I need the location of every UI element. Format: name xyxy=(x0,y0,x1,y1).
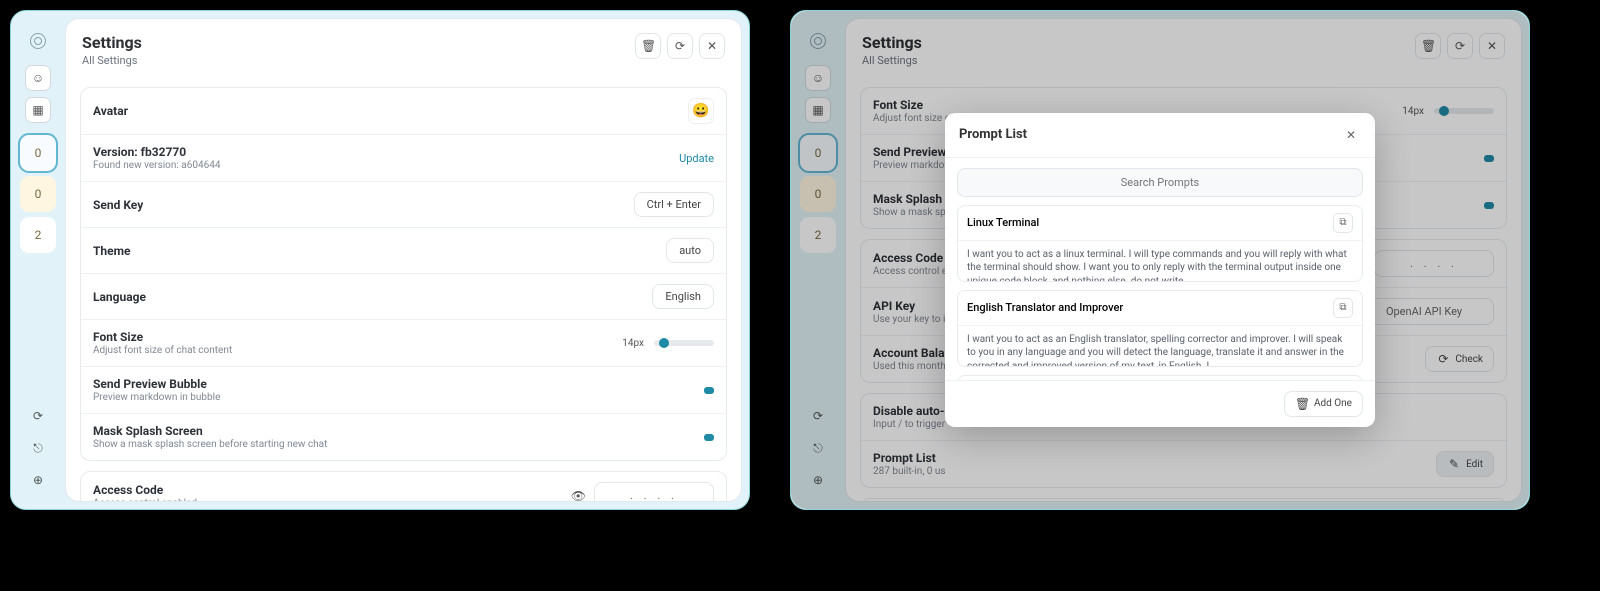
modal-title: Prompt List xyxy=(959,127,1341,142)
prompt-body[interactable]: I want you to act as a linux terminal. I… xyxy=(958,241,1362,281)
session-item-1[interactable]: 0 xyxy=(20,176,56,212)
prompt-item: ⧉ I want you to act as an English transla… xyxy=(957,290,1363,367)
label-theme: Theme xyxy=(93,244,666,258)
settings-icon[interactable]: ⟳ xyxy=(25,403,51,429)
plus-icon: 🗑 xyxy=(1295,397,1309,411)
modal-body: ⧉ I want you to act as a linux terminal. … xyxy=(945,158,1375,380)
sub-version: Found new version: a604644 xyxy=(93,160,679,171)
trash-icon[interactable]: 🗑 xyxy=(635,33,661,59)
app-logo-icon xyxy=(30,33,46,49)
eye-icon[interactable]: 👁 xyxy=(571,489,586,502)
session-item-0[interactable]: 0 xyxy=(20,135,56,171)
refresh-icon[interactable]: ⟳ xyxy=(667,33,693,59)
dropdown-theme[interactable]: auto xyxy=(666,238,714,263)
row-preview: Send Preview Bubble Preview markdown in … xyxy=(81,366,726,413)
input-access[interactable]: . . . . xyxy=(594,482,714,501)
main-panel: Settings All Settings 🗑 ⟳ ✕ Avatar 😀 Ver… xyxy=(65,18,742,502)
label-version: Version: fb32770 xyxy=(93,145,679,159)
settings-content: Avatar 😀 Version: fb32770 Found new vers… xyxy=(66,77,741,501)
search-input[interactable] xyxy=(957,168,1363,197)
page-subtitle: All Settings xyxy=(82,54,635,67)
row-theme: Theme auto xyxy=(81,227,726,273)
avatar-picker[interactable]: 😀 xyxy=(688,98,714,124)
prompt-list-modal: Prompt List ✕ ⧉ I want you to act as a li… xyxy=(945,113,1375,427)
dropdown-language[interactable]: English xyxy=(652,284,714,309)
label-avatar: Avatar xyxy=(93,104,688,118)
sub-fontsize: Adjust font size of chat content xyxy=(93,345,622,356)
sub-preview: Preview markdown in bubble xyxy=(93,392,704,403)
mask-icon[interactable]: ☺ xyxy=(25,65,51,91)
page-title: Settings xyxy=(82,33,635,52)
label-preview: Send Preview Bubble xyxy=(93,377,704,391)
session-item-2[interactable]: 2 xyxy=(20,217,56,253)
session-list: 0 0 2 xyxy=(20,135,56,253)
link-update[interactable]: Update xyxy=(679,152,714,165)
prompt-title-input[interactable] xyxy=(967,216,1333,229)
label-language: Language xyxy=(93,290,652,304)
github-icon[interactable]: ⎋ xyxy=(25,435,51,461)
row-mask: Mask Splash Screen Show a mask splash sc… xyxy=(81,413,726,460)
dropdown-sendkey[interactable]: Ctrl + Enter xyxy=(634,192,714,217)
row-accesscode: Access Code Access control enabled 👁 . .… xyxy=(81,472,726,501)
row-fontsize: Font Size Adjust font size of chat conte… xyxy=(81,319,726,366)
toggle-mask[interactable] xyxy=(704,434,714,441)
row-avatar: Avatar 😀 xyxy=(81,88,726,134)
add-one-button[interactable]: 🗑Add One xyxy=(1284,391,1363,417)
titlebar: Settings All Settings 🗑 ⟳ ✕ xyxy=(66,19,741,77)
sub-access: Access control enabled xyxy=(93,498,571,502)
grid-icon[interactable]: ▦ xyxy=(25,97,51,123)
fontsize-value: 14px xyxy=(622,338,644,349)
label-mask: Mask Splash Screen xyxy=(93,424,704,438)
settings-window-right: ☺ ▦ 0 0 2 ⟳ ⎋ ⊕ Settings All Settings 🗑 … xyxy=(790,10,1530,510)
fontsize-slider[interactable] xyxy=(654,340,714,346)
prompt-title-input[interactable] xyxy=(967,301,1333,314)
row-language: Language English xyxy=(81,273,726,319)
chat-icon[interactable]: ⊕ xyxy=(25,467,51,493)
row-sendkey: Send Key Ctrl + Enter xyxy=(81,181,726,227)
settings-card-api: Access Code Access control enabled 👁 . .… xyxy=(80,471,727,501)
prompt-item: ⧉ I want you to act as a linux terminal. … xyxy=(957,205,1363,282)
label-fontsize: Font Size xyxy=(93,330,622,344)
label-access: Access Code xyxy=(93,483,571,497)
sidebar: ☺ ▦ 0 0 2 ⟳ ⎋ ⊕ xyxy=(11,11,65,509)
settings-card-general: Avatar 😀 Version: fb32770 Found new vers… xyxy=(80,87,727,461)
row-version: Version: fb32770 Found new version: a604… xyxy=(81,134,726,181)
label-sendkey: Send Key xyxy=(93,198,634,212)
copy-icon[interactable]: ⧉ xyxy=(1333,213,1353,233)
settings-window-left: ☺ ▦ 0 0 2 ⟳ ⎋ ⊕ Settings All Settings 🗑 … xyxy=(10,10,750,510)
toggle-preview[interactable] xyxy=(704,387,714,394)
prompt-body[interactable]: I want you to act as an English translat… xyxy=(958,326,1362,366)
copy-icon[interactable]: ⧉ xyxy=(1333,298,1353,318)
close-icon[interactable]: ✕ xyxy=(1341,125,1361,145)
sub-mask: Show a mask splash screen before startin… xyxy=(93,439,704,450)
close-icon[interactable]: ✕ xyxy=(699,33,725,59)
